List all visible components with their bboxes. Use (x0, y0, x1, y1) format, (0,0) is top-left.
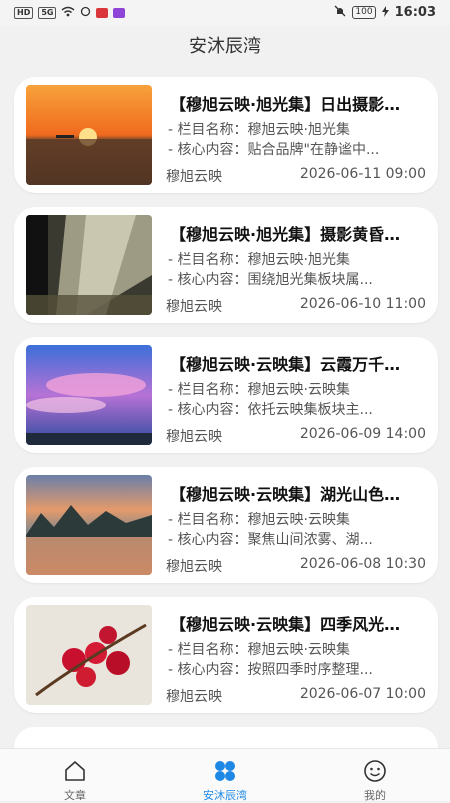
smiley-icon (363, 759, 387, 783)
status-bar: HD 5G 100 16:03 (0, 0, 450, 26)
hd-indicator: HD (14, 7, 34, 19)
article-column-name: - 栏目名称：穆旭云映·旭光集 (168, 122, 350, 138)
article-card[interactable]: 【穆旭云映·旭光集】摄影黄昏… - 栏目名称：穆旭云映·旭光集 - 核心内容：围… (14, 207, 438, 323)
article-card[interactable]: 【穆旭云映·旭光集】日出摄影… - 栏目名称：穆旭云映·旭光集 - 核心内容：贴… (14, 77, 438, 193)
network-5g-indicator: 5G (38, 7, 57, 19)
article-date: 2026-06-07 10:00 (299, 686, 426, 702)
article-card[interactable]: 【穆旭云映·云映集】湖光山色… - 栏目名称：穆旭云映·云映集 - 核心内容：聚… (14, 467, 438, 583)
article-thumbnail-lake (26, 475, 152, 575)
article-column-name: - 栏目名称：穆旭云映·旭光集 (168, 252, 350, 268)
wifi-icon (61, 6, 75, 20)
article-author: 穆旭云映 (166, 429, 222, 445)
article-thumbnail-berries (26, 605, 152, 705)
article-author: 穆旭云映 (166, 559, 222, 575)
article-column-name: - 栏目名称：穆旭云映·云映集 (168, 642, 350, 658)
article-title: 【穆旭云映·旭光集】日出摄影… (170, 95, 401, 114)
article-author: 穆旭云映 (166, 299, 222, 315)
article-column-name: - 栏目名称：穆旭云映·云映集 (168, 382, 350, 398)
notification-app-icon-purple (113, 8, 126, 18)
clover-icon (213, 759, 237, 783)
article-thumbnail-forest (26, 215, 152, 315)
home-icon (63, 759, 87, 783)
charging-icon (381, 5, 389, 20)
tab-home-anmu[interactable]: 安沐辰湾 (150, 749, 300, 802)
article-thumbnail-clouds (26, 345, 152, 445)
article-summary: - 核心内容：围绕旭光集板块属... (168, 272, 373, 288)
article-card[interactable]: 【穆旭云映·云映集】四季风光… - 栏目名称：穆旭云映·云映集 - 核心内容：按… (14, 597, 438, 713)
article-date: 2026-06-09 14:00 (299, 426, 426, 442)
article-author: 穆旭云映 (166, 169, 222, 185)
page-title: 安沐辰湾 (189, 36, 261, 57)
clock: 16:03 (394, 5, 436, 20)
article-author: 穆旭云映 (166, 689, 222, 705)
article-summary: - 核心内容：按照四季时序整理... (168, 662, 373, 678)
mute-icon (334, 5, 346, 20)
article-title: 【穆旭云映·云映集】云霞万千… (170, 355, 401, 374)
article-date: 2026-06-08 10:30 (299, 556, 426, 572)
tab-label: 安沐辰湾 (203, 789, 247, 802)
sync-icon (80, 6, 91, 20)
article-summary: - 核心内容：依托云映集板块主... (168, 402, 373, 418)
article-date: 2026-06-10 11:00 (299, 296, 426, 312)
article-title: 【穆旭云映·旭光集】摄影黄昏… (170, 225, 401, 244)
article-thumbnail-sunrise (26, 85, 152, 185)
bottom-nav: 文章 安沐辰湾 我的 (0, 748, 450, 802)
article-title: 【穆旭云映·云映集】四季风光… (170, 615, 401, 634)
article-summary: - 核心内容：贴合品牌"在静谧中... (168, 142, 380, 158)
battery-indicator: 100 (352, 6, 376, 19)
article-summary: - 核心内容：聚焦山间浓雾、湖... (168, 532, 373, 548)
article-title: 【穆旭云映·云映集】湖光山色… (170, 485, 401, 504)
article-date: 2026-06-11 09:00 (299, 166, 426, 182)
tab-label: 文章 (64, 789, 86, 802)
article-card[interactable]: 【穆旭云映·云映集】云霞万千… - 栏目名称：穆旭云映·云映集 - 核心内容：依… (14, 337, 438, 453)
tab-profile[interactable]: 我的 (300, 749, 450, 802)
notification-app-icon-red (96, 8, 109, 18)
tab-articles[interactable]: 文章 (0, 749, 150, 802)
article-column-name: - 栏目名称：穆旭云映·云映集 (168, 512, 350, 528)
tab-label: 我的 (364, 789, 386, 802)
